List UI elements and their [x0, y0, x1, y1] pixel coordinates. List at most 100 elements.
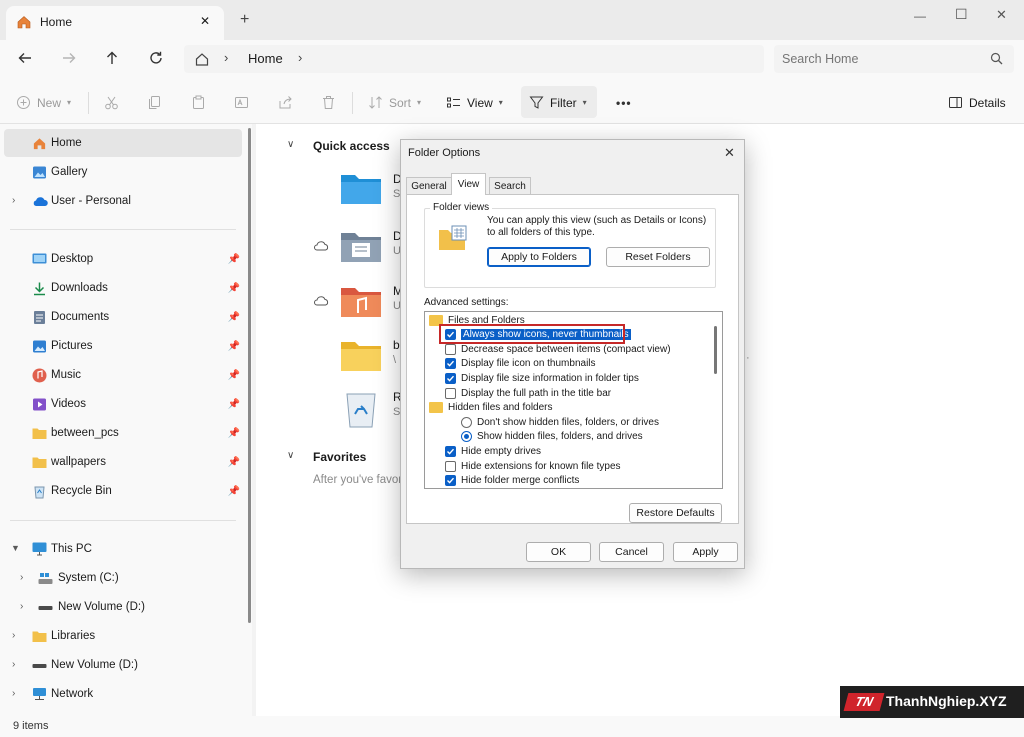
sidebar-item-this-pc[interactable]: This PC	[32, 535, 92, 563]
new-button[interactable]: New ▾	[16, 95, 71, 110]
checkbox-unchecked[interactable]	[445, 460, 456, 472]
breadcrumb-chevron[interactable]: ›	[298, 50, 302, 65]
sidebar-item-new-volume-d[interactable]: New Volume (D:)	[38, 593, 145, 621]
sidebar-item-videos[interactable]: Videos 📌	[32, 390, 240, 418]
pin-icon[interactable]: 📌	[228, 254, 240, 265]
quick-access-header[interactable]: Quick access	[313, 139, 390, 153]
close-window-button[interactable]: ✕	[996, 7, 1007, 23]
sidebar-item-system-c[interactable]: System (C:)	[38, 564, 119, 592]
favorites-chevron-icon[interactable]: ∨	[287, 450, 294, 461]
quick-access-music-icon[interactable]	[340, 284, 382, 318]
checkbox-unchecked[interactable]	[445, 343, 456, 355]
view-button[interactable]: View ▾	[446, 95, 503, 110]
sidebar-item-documents[interactable]: Documents 📌	[32, 303, 240, 331]
sidebar-scrollbar[interactable]	[248, 128, 251, 623]
sidebar-item-recycle-bin[interactable]: Recycle Bin 📌	[32, 477, 240, 505]
tab-search[interactable]: Search	[489, 177, 531, 194]
dialog-close-icon[interactable]: ✕	[724, 145, 735, 161]
quick-access-item-name[interactable]: b	[393, 338, 400, 352]
sidebar-item-desktop[interactable]: Desktop 📌	[32, 245, 240, 273]
copy-icon[interactable]	[147, 95, 162, 110]
checkbox-unchecked[interactable]	[445, 387, 456, 399]
setting-row[interactable]: Always show icons, never thumbnails	[439, 323, 631, 344]
maximize-button[interactable]: ☐	[955, 6, 968, 23]
tab-view[interactable]: View	[451, 173, 486, 195]
setting-row[interactable]: Hide empty drives	[445, 444, 541, 458]
up-icon[interactable]	[104, 50, 120, 66]
pin-icon[interactable]: 📌	[228, 341, 240, 352]
breadcrumb-home[interactable]: Home	[248, 51, 283, 66]
setting-row[interactable]: Don't show hidden files, folders, or dri…	[461, 415, 659, 429]
pin-icon[interactable]: 📌	[228, 399, 240, 410]
checkbox-checked[interactable]	[445, 372, 456, 384]
expand-chevron-icon[interactable]: ›	[12, 659, 15, 670]
setting-row[interactable]: Files and Folders	[429, 313, 525, 327]
sidebar-item-pictures[interactable]: Pictures 📌	[32, 332, 240, 360]
sort-button[interactable]: Sort ▾	[368, 95, 421, 110]
setting-row[interactable]: Show hidden files, folders, and drives	[461, 430, 643, 444]
sidebar-item-between-pcs[interactable]: between_pcs 📌	[32, 419, 240, 447]
refresh-icon[interactable]	[148, 50, 164, 66]
share-icon[interactable]	[278, 95, 293, 110]
sidebar-item-onedrive[interactable]: User - Personal	[32, 187, 131, 215]
quick-access-chevron-icon[interactable]: ∨	[287, 139, 294, 150]
more-options-button[interactable]: •••	[616, 96, 632, 110]
list-scrollbar[interactable]	[714, 326, 717, 374]
details-button[interactable]: Details	[948, 95, 1006, 110]
expand-chevron-icon[interactable]: ›	[12, 630, 15, 641]
expand-chevron-icon[interactable]: ›	[12, 688, 15, 699]
collapse-chevron-icon[interactable]: ▼	[11, 543, 20, 553]
tab-general[interactable]: General	[406, 177, 452, 194]
reset-folders-button[interactable]: Reset Folders	[606, 247, 710, 267]
ok-button[interactable]: OK	[526, 542, 591, 562]
pin-icon[interactable]: 📌	[228, 428, 240, 439]
new-tab-button[interactable]: +	[240, 11, 249, 29]
tab-home[interactable]: Home ✕	[6, 6, 224, 40]
tab-close-icon[interactable]: ✕	[200, 14, 210, 28]
sidebar-item-home[interactable]: Home	[32, 129, 82, 157]
setting-row[interactable]: Display file size information in folder …	[445, 371, 639, 385]
advanced-settings-list[interactable]: Files and Folders Always show icons, neve…	[424, 311, 723, 489]
favorites-header[interactable]: Favorites	[313, 450, 366, 464]
checkbox-checked[interactable]	[445, 358, 456, 370]
setting-row[interactable]: Display file icon on thumbnails	[445, 357, 596, 371]
pin-icon[interactable]: 📌	[228, 312, 240, 323]
forward-icon[interactable]	[61, 50, 77, 66]
expand-chevron-icon[interactable]: ›	[20, 601, 23, 612]
back-icon[interactable]	[17, 50, 33, 66]
setting-row[interactable]: Hide extensions for known file types	[445, 459, 621, 473]
checkbox-checked[interactable]	[445, 475, 456, 487]
pin-icon[interactable]: 📌	[228, 486, 240, 497]
cancel-button[interactable]: Cancel	[599, 542, 664, 562]
search-icon[interactable]	[990, 52, 1003, 65]
quick-access-folder-icon[interactable]	[340, 338, 382, 372]
quick-access-recycle-bin-icon[interactable]	[344, 390, 378, 428]
setting-row[interactable]: Display the full path in the title bar	[445, 386, 611, 400]
sidebar-item-libraries[interactable]: Libraries	[32, 622, 95, 650]
filter-button[interactable]: Filter ▾	[529, 95, 587, 110]
sidebar-item-wallpapers[interactable]: wallpapers 📌	[32, 448, 240, 476]
sidebar-item-new-volume-d-2[interactable]: New Volume (D:)	[32, 651, 138, 679]
pin-icon[interactable]: 📌	[228, 370, 240, 381]
apply-to-folders-button[interactable]: Apply to Folders	[487, 247, 591, 267]
sidebar-item-gallery[interactable]: Gallery	[32, 158, 87, 186]
radio-selected[interactable]	[461, 431, 472, 443]
setting-row[interactable]: Hidden files and folders	[429, 401, 553, 415]
expand-chevron-icon[interactable]: ›	[12, 195, 15, 206]
pin-icon[interactable]: 📌	[228, 457, 240, 468]
quick-access-documents-icon[interactable]	[340, 229, 382, 263]
setting-row[interactable]: Hide folder merge conflicts	[445, 474, 579, 488]
search-input[interactable]	[780, 49, 980, 69]
address-box[interactable]: › Home ›	[184, 45, 764, 73]
paste-icon[interactable]	[191, 95, 206, 110]
sidebar-item-music[interactable]: Music 📌	[32, 361, 240, 389]
checkbox-checked[interactable]	[445, 445, 456, 457]
search-box[interactable]	[774, 45, 1014, 73]
pin-icon[interactable]: 📌	[228, 283, 240, 294]
apply-button[interactable]: Apply	[673, 542, 738, 562]
radio-unselected[interactable]	[461, 416, 472, 428]
minimize-button[interactable]: —	[914, 9, 926, 23]
expand-chevron-icon[interactable]: ›	[20, 572, 23, 583]
sidebar-item-downloads[interactable]: Downloads 📌	[32, 274, 240, 302]
delete-icon[interactable]	[321, 95, 336, 110]
